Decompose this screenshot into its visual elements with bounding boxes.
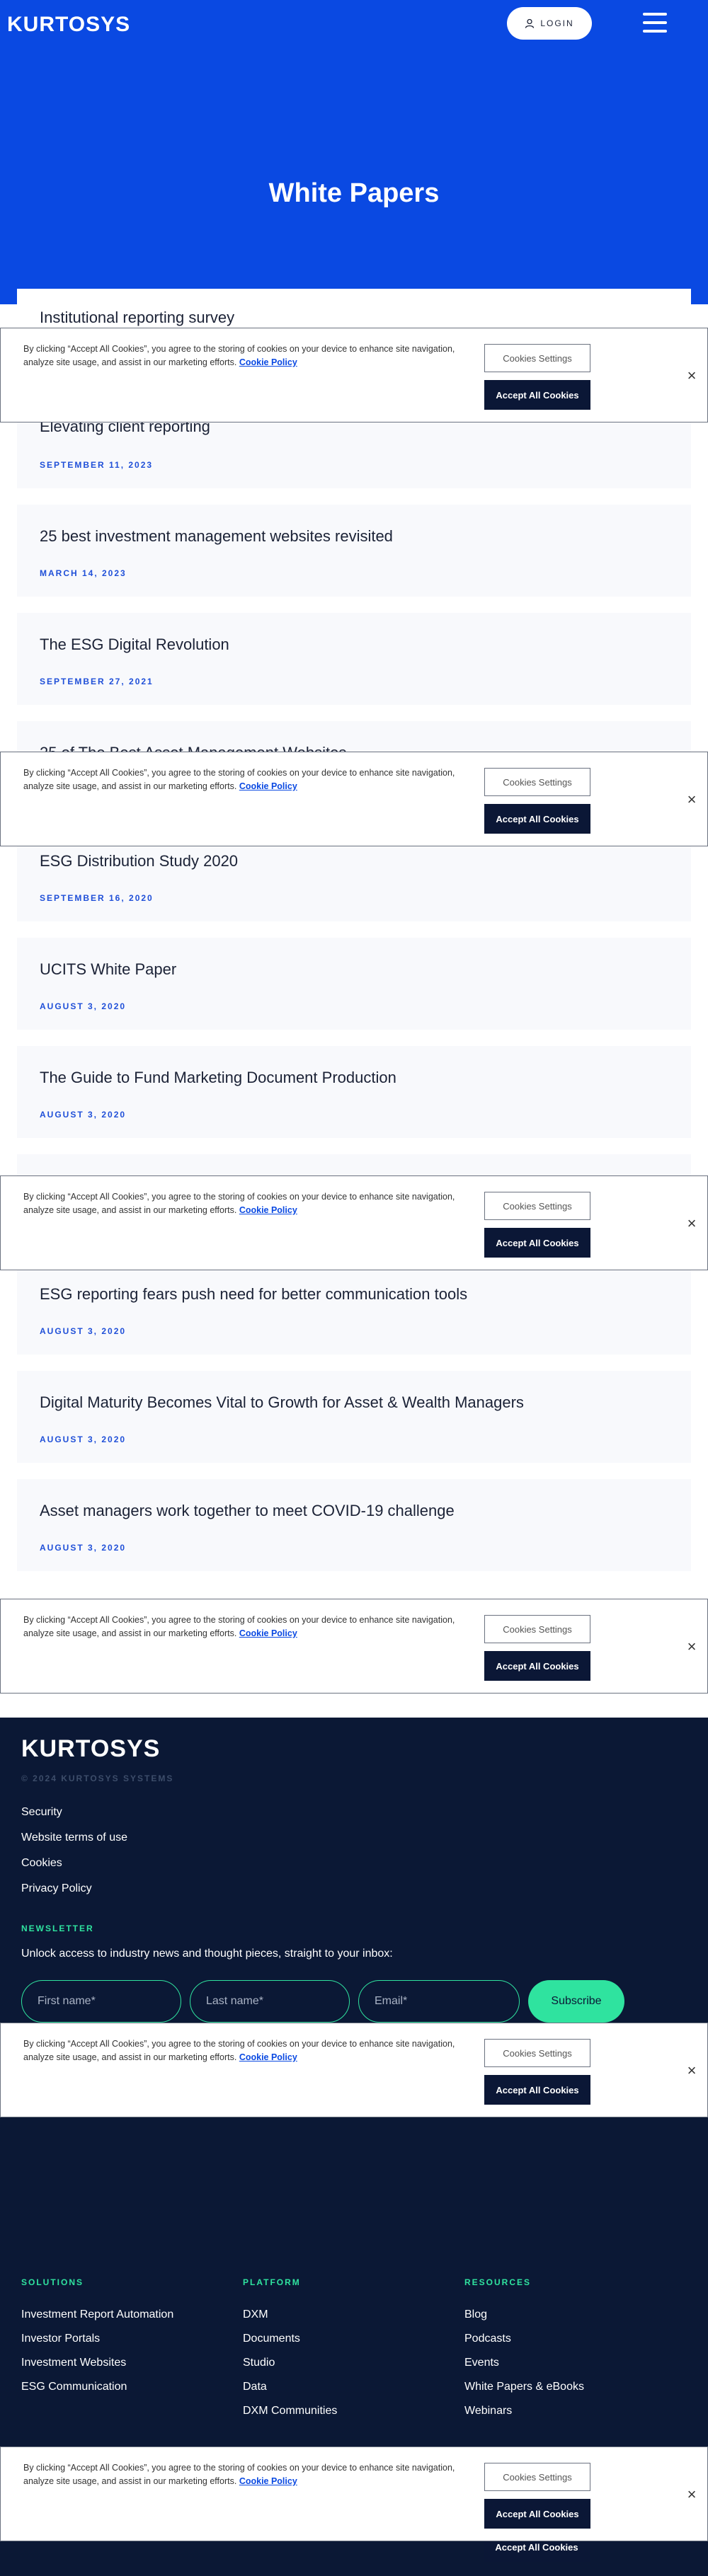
cookie-banner: By clicking “Accept All Cookies”, you ag… — [0, 1599, 708, 1694]
page-title: White Papers — [268, 178, 440, 208]
paper-date: SEPTEMBER 11, 2023 — [40, 460, 154, 470]
platform-heading: PLATFORM — [243, 2277, 301, 2287]
solutions-link[interactable]: Investor Portals — [21, 2333, 100, 2345]
cookie-text: By clicking “Accept All Cookies”, you ag… — [23, 1192, 455, 1215]
cookie-policy-link[interactable]: Cookie Policy — [239, 357, 297, 367]
cookie-policy-link[interactable]: Cookie Policy — [239, 1205, 297, 1215]
footer-link-terms[interactable]: Website terms of use — [21, 1832, 127, 1844]
paper-title: 25 best investment management websites r… — [40, 527, 393, 545]
last-name-field[interactable]: Last name* — [190, 1980, 350, 2023]
paper-date: SEPTEMBER 27, 2021 — [40, 677, 154, 686]
cookie-policy-link[interactable]: Cookie Policy — [239, 2476, 297, 2486]
resources-link[interactable]: Events — [464, 2357, 499, 2369]
paper-title: ESG Distribution Study 2020 — [40, 852, 239, 870]
footer-logo[interactable]: KURTOSYS — [21, 1735, 160, 1763]
resources-link[interactable]: White Papers & eBooks — [464, 2381, 584, 2393]
first-name-field[interactable]: First name* — [21, 1980, 181, 2023]
paper-card[interactable]: The ESG Digital Revolution SEPTEMBER 27,… — [17, 613, 691, 705]
accept-cookies-button[interactable]: Accept All Cookies — [484, 1228, 590, 1258]
platform-link[interactable]: DXM — [243, 2308, 268, 2321]
menu-icon[interactable] — [643, 13, 667, 33]
cookie-settings-button[interactable]: Cookies Settings — [484, 344, 590, 372]
cookie-banner: By clicking “Accept All Cookies”, you ag… — [0, 752, 708, 846]
cookie-settings-button[interactable]: Cookies Settings — [484, 1192, 590, 1220]
paper-title: The Guide to Fund Marketing Document Pro… — [40, 1069, 396, 1086]
accept-cookies-button[interactable]: Accept All Cookies — [484, 1651, 590, 1681]
paper-date: AUGUST 3, 2020 — [40, 1326, 127, 1336]
paper-title: UCITS White Paper — [40, 960, 177, 978]
hero-banner — [0, 0, 708, 304]
cookie-settings-button[interactable]: Cookies Settings — [484, 2463, 590, 2491]
close-icon[interactable]: × — [685, 368, 699, 384]
cookie-text: By clicking “Accept All Cookies”, you ag… — [23, 344, 455, 367]
newsletter-label: NEWSLETTER — [21, 1924, 94, 1933]
paper-title: Asset managers work together to meet COV… — [40, 1502, 455, 1519]
close-icon[interactable]: × — [685, 1216, 699, 1231]
footer-link-cookies[interactable]: Cookies — [21, 1857, 62, 1870]
paper-card[interactable]: Digital Maturity Becomes Vital to Growth… — [17, 1371, 691, 1463]
solutions-link[interactable]: Investment Websites — [21, 2357, 126, 2369]
close-icon[interactable]: × — [685, 792, 699, 807]
accept-cookies-button[interactable]: Accept All Cookies — [484, 804, 590, 834]
cookie-text: By clicking “Accept All Cookies”, you ag… — [23, 768, 455, 791]
close-icon[interactable]: × — [685, 2063, 699, 2078]
cookie-policy-link[interactable]: Cookie Policy — [239, 781, 297, 791]
paper-title: Digital Maturity Becomes Vital to Growth… — [40, 1393, 524, 1411]
accept-cookies-button[interactable]: Accept All Cookies — [484, 2499, 590, 2529]
platform-link[interactable]: Documents — [243, 2333, 300, 2345]
cookie-settings-button[interactable]: Cookies Settings — [484, 1615, 590, 1643]
accept-cookies-button[interactable]: Accept All Cookies — [484, 380, 590, 410]
paper-title: ESG reporting fears push need for better… — [40, 1285, 468, 1303]
paper-card[interactable]: 25 best investment management websites r… — [17, 505, 691, 597]
paper-card[interactable]: ESG reporting fears push need for better… — [17, 1263, 691, 1355]
paper-date: AUGUST 3, 2020 — [40, 1543, 127, 1553]
paper-title: The ESG Digital Revolution — [40, 636, 229, 653]
solutions-heading: SOLUTIONS — [21, 2277, 84, 2287]
paper-card[interactable]: Asset managers work together to meet COV… — [17, 1479, 691, 1571]
cookie-settings-button[interactable]: Cookies Settings — [484, 768, 590, 796]
cookie-text: By clicking “Accept All Cookies”, you ag… — [23, 2039, 455, 2062]
solutions-link[interactable]: Investment Report Automation — [21, 2308, 173, 2321]
paper-card[interactable]: UCITS White Paper AUGUST 3, 2020 — [17, 938, 691, 1030]
login-button[interactable]: LOGIN — [507, 7, 592, 40]
platform-link[interactable]: Data — [243, 2381, 267, 2393]
user-icon — [525, 18, 535, 28]
resources-link[interactable]: Blog — [464, 2308, 487, 2321]
paper-date: AUGUST 3, 2020 — [40, 1110, 127, 1120]
paper-date: AUGUST 3, 2020 — [40, 1001, 127, 1011]
paper-date: AUGUST 3, 2020 — [40, 1434, 127, 1444]
copyright: © 2024 KURTOSYS SYSTEMS — [21, 1773, 174, 1783]
close-icon[interactable]: × — [685, 2487, 699, 2502]
cookie-policy-link[interactable]: Cookie Policy — [239, 2052, 297, 2062]
cookie-banner: By clicking “Accept All Cookies”, you ag… — [0, 328, 708, 422]
accept-cookies-button[interactable]: Accept All Cookies — [484, 2075, 590, 2105]
paper-title: Institutional reporting survey — [40, 309, 235, 326]
paper-card[interactable]: The Guide to Fund Marketing Document Pro… — [17, 1046, 691, 1138]
footer-link-privacy[interactable]: Privacy Policy — [21, 1882, 92, 1895]
resources-link[interactable]: Webinars — [464, 2405, 512, 2417]
platform-link[interactable]: DXM Communities — [243, 2405, 337, 2417]
cookie-banner: By clicking “Accept All Cookies”, you ag… — [0, 2023, 708, 2117]
subscribe-button[interactable]: Subscribe — [528, 1980, 624, 2023]
newsletter-text: Unlock access to industry news and thoug… — [21, 1948, 393, 1960]
solutions-link[interactable]: ESG Communication — [21, 2381, 127, 2393]
resources-heading: RESOURCES — [464, 2277, 532, 2287]
kurtosys-logo[interactable]: KURTOSYS — [7, 13, 130, 37]
resources-link[interactable]: Podcasts — [464, 2333, 511, 2345]
close-icon[interactable]: × — [685, 1639, 699, 1655]
cookie-policy-link[interactable]: Cookie Policy — [239, 1628, 297, 1638]
cookie-text: By clicking “Accept All Cookies”, you ag… — [23, 1615, 455, 1638]
cookie-settings-button[interactable]: Cookies Settings — [484, 2039, 590, 2067]
paper-date: SEPTEMBER 16, 2020 — [40, 893, 154, 903]
paper-date: MARCH 14, 2023 — [40, 568, 127, 578]
footer-link-security[interactable]: Security — [21, 1806, 62, 1819]
cookie-banner: By clicking “Accept All Cookies”, you ag… — [0, 2446, 708, 2541]
cookie-banner: By clicking “Accept All Cookies”, you ag… — [0, 1175, 708, 1270]
login-label: LOGIN — [540, 18, 574, 28]
platform-link[interactable]: Studio — [243, 2357, 275, 2369]
email-field[interactable]: Email* — [358, 1980, 520, 2023]
cookie-text: By clicking “Accept All Cookies”, you ag… — [23, 2463, 455, 2486]
